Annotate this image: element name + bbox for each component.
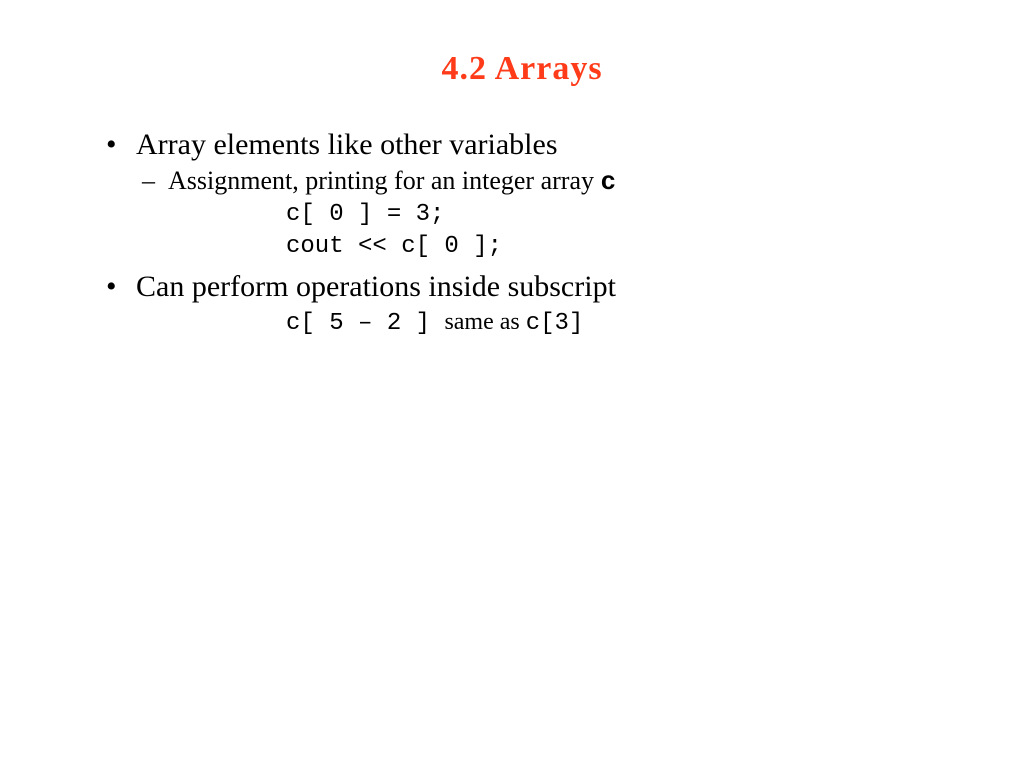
bullet-item-2: Can perform operations inside subscript … [100,270,944,340]
code-block-2: c[ 5 – 2 ] same as c[3] [286,306,944,340]
bullet-1-text: Array elements like other variables [136,128,558,161]
bullet-2-text: Can perform operations inside subscript [136,270,616,303]
code-seg-c52: c[ 5 – 2 ] [286,310,444,337]
sub-list-1: Assignment, printing for an integer arra… [136,166,944,197]
same-as-text: same as [444,309,525,335]
code-line-2: cout << c[ 0 ]; [286,231,944,263]
bullet-list: Array elements like other variables Assi… [100,128,944,340]
sub-1-prefix: Assignment, printing for an integer arra… [168,166,601,195]
code-line-1: c[ 0 ] = 3; [286,199,944,231]
code-seg-c3: c[3] [526,310,584,337]
code-block-1: c[ 0 ] = 3; cout << c[ 0 ]; [286,199,944,264]
sub-1-code-c: c [601,167,617,197]
bullet-item-1: Array elements like other variables Assi… [100,128,944,264]
slide-title: 4.2 Arrays [100,50,944,88]
sub-item-1: Assignment, printing for an integer arra… [136,166,944,197]
